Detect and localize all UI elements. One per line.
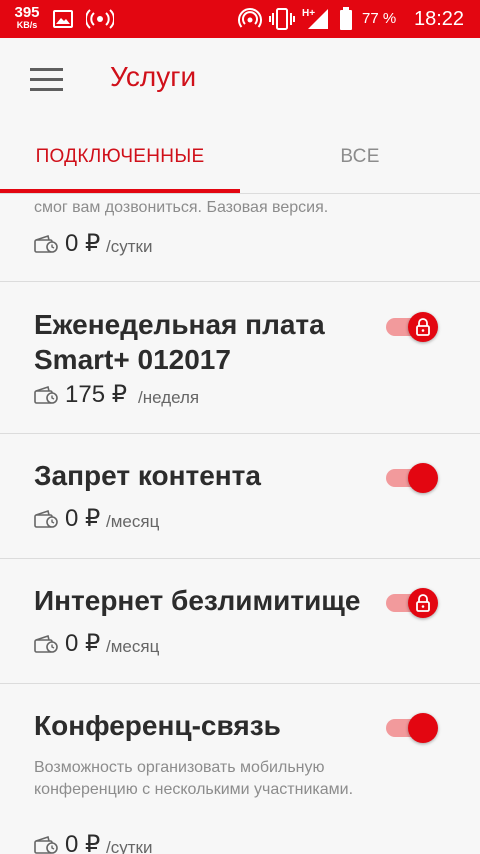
price-period: /сутки <box>106 838 153 854</box>
service-title: Интернет безлимитище <box>34 585 361 616</box>
price-period: /неделя <box>138 388 200 407</box>
app-bar: Услуги <box>0 38 480 122</box>
image-icon <box>53 10 73 28</box>
status-bar: 395 KB/s H+ 77 % 18:22 <box>0 0 480 38</box>
service-toggle[interactable] <box>384 461 442 495</box>
network-speed-value: 395 <box>14 4 40 21</box>
service-item[interactable]: смог вам дозвониться. Базовая версия. 0 … <box>0 194 480 282</box>
price-value: 0 ₽ <box>65 630 101 657</box>
price-period: /месяц <box>106 512 160 531</box>
tab-connected[interactable]: ПОДКЛЮЧЕННЫЕ <box>0 122 240 194</box>
hamburger-menu-icon[interactable] <box>30 68 63 92</box>
tab-bar: ПОДКЛЮЧЕННЫЕ ВСЕ <box>0 122 480 194</box>
signal-h-plus-icon: H+ <box>302 8 328 29</box>
services-list[interactable]: смог вам дозвониться. Базовая версия. 0 … <box>0 194 480 854</box>
price-value: 0 ₽ <box>65 230 101 257</box>
service-toggle-locked[interactable] <box>384 586 442 620</box>
toggle-thumb <box>408 463 438 493</box>
tab-all[interactable]: ВСЕ <box>240 122 480 194</box>
lock-icon <box>416 318 430 336</box>
service-toggle-locked[interactable] <box>384 310 442 344</box>
service-title: Еженедельная плата Smart+ 012017 <box>34 309 325 375</box>
wallet-clock-icon <box>34 234 58 253</box>
wallet-clock-icon <box>34 385 58 404</box>
clock: 18:22 <box>414 8 465 30</box>
service-description: смог вам дозвониться. Базовая версия. <box>34 199 329 216</box>
price-value: 0 ₽ <box>65 505 101 532</box>
network-speed-unit: KB/s <box>16 20 38 30</box>
service-title: Конференц-связь <box>34 710 281 741</box>
service-item[interactable]: Интернет безлимитище 0 ₽ /месяц <box>0 559 480 684</box>
price-period: /месяц <box>106 637 160 656</box>
wallet-clock-icon <box>34 634 58 653</box>
active-tab-indicator <box>0 189 240 193</box>
broadcast-icon <box>86 9 114 29</box>
price-period: /сутки <box>106 237 153 256</box>
wallet-clock-icon <box>34 835 58 854</box>
price-value: 0 ₽ <box>65 831 101 854</box>
service-toggle[interactable] <box>384 711 442 745</box>
network-speed: 395 KB/s <box>12 5 42 30</box>
lock-icon <box>416 594 430 612</box>
battery-icon <box>340 7 352 30</box>
service-item[interactable]: Запрет контента 0 ₽ /месяц <box>0 434 480 559</box>
service-description: Возможность организовать мобильную конфе… <box>34 759 354 798</box>
hotspot-icon <box>238 8 262 28</box>
svg-text:H+: H+ <box>302 8 315 19</box>
toggle-thumb <box>408 713 438 743</box>
battery-percent: 77 % <box>362 10 397 27</box>
service-item[interactable]: Еженедельная плата Smart+ 012017 175 ₽ /… <box>0 282 480 434</box>
wallet-clock-icon <box>34 509 58 528</box>
vibrate-icon <box>269 8 295 30</box>
service-item[interactable]: Конференц-связь Возможность организовать… <box>0 684 480 854</box>
page-title: Услуги <box>110 61 197 92</box>
service-title: Запрет контента <box>34 460 261 491</box>
price-value: 175 ₽ <box>65 381 127 408</box>
